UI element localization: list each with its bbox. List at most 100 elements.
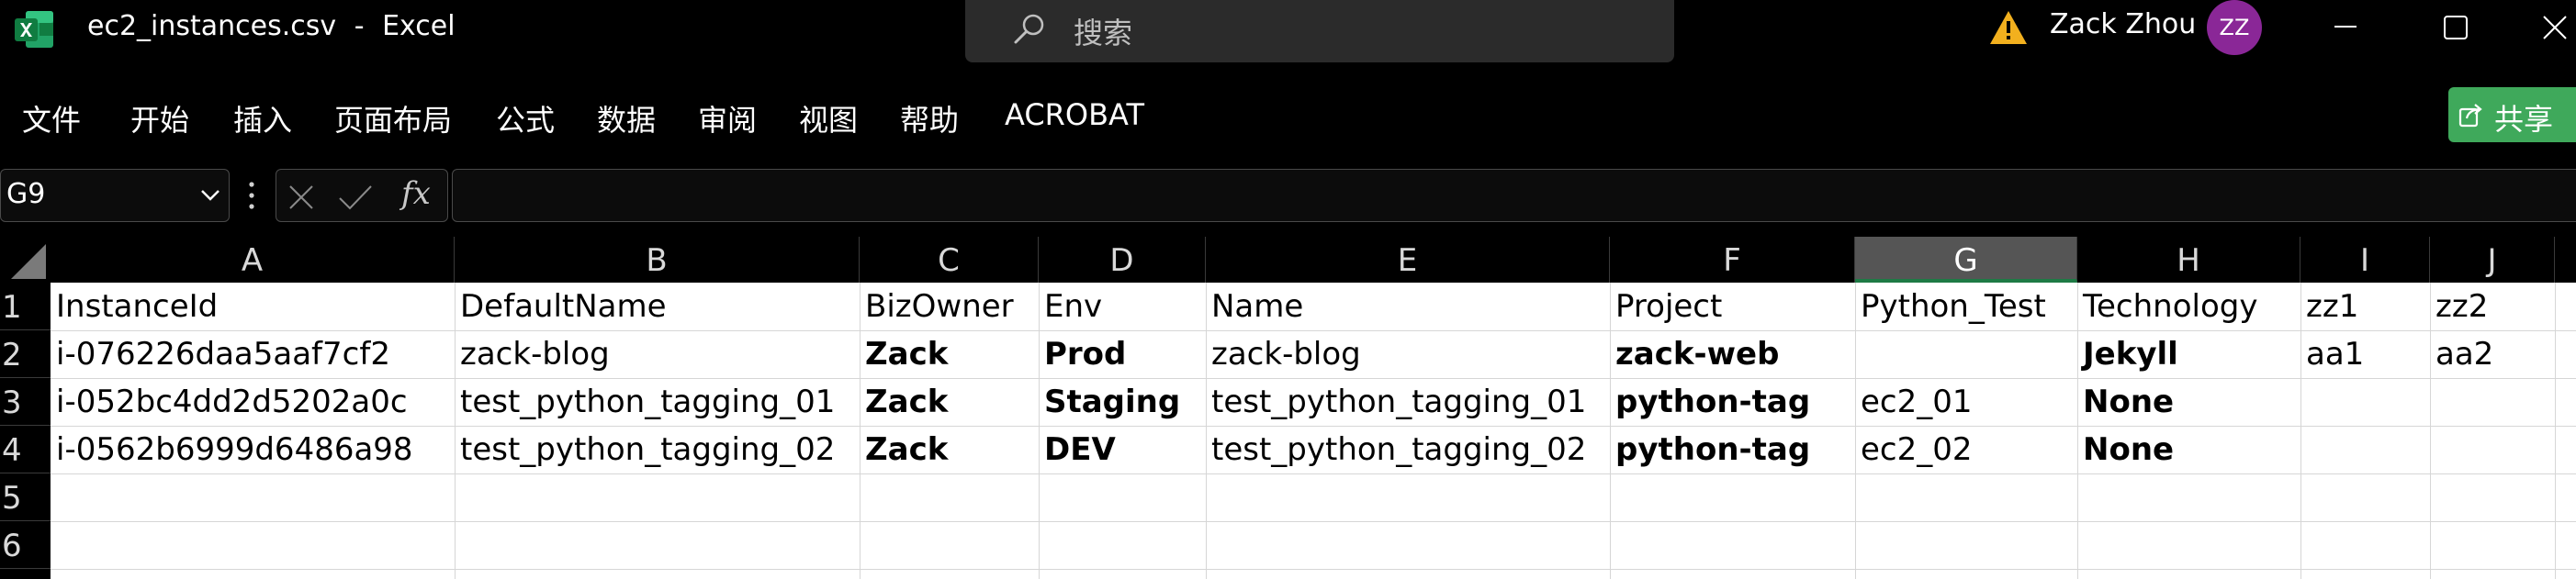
cell-d4[interactable]: DEV [1039,426,1206,473]
cell-d1[interactable]: Env [1039,283,1206,330]
cell-a3[interactable]: i-052bc4dd2d5202a0c [51,378,455,426]
tab-home[interactable]: 开始 [130,97,189,139]
column-header-h[interactable]: H [2077,237,2300,283]
select-all-corner[interactable] [0,237,51,283]
cell-f5[interactable] [1610,473,1855,521]
cell-f4[interactable]: python-tag [1610,426,1855,473]
tab-data[interactable]: 数据 [597,97,656,139]
cell-d3[interactable]: Staging [1039,378,1206,426]
row-header-3[interactable]: 3 [0,378,51,426]
cell-h4[interactable]: None [2077,426,2300,473]
cell-a6[interactable] [51,521,455,569]
cell-i6[interactable] [2300,521,2430,569]
cell-g4[interactable]: ec2_02 [1855,426,2077,473]
cell-b5[interactable] [455,473,860,521]
cell-j2[interactable]: aa2 [2430,330,2555,378]
cell-e5[interactable] [1206,473,1610,521]
cell-c6[interactable] [860,521,1039,569]
tab-acrobat[interactable]: ACROBAT [1005,97,1144,132]
cell-j6[interactable] [2430,521,2555,569]
warning-icon[interactable] [1988,7,2029,48]
cell-j1[interactable]: zz2 [2430,283,2555,330]
cell-j4[interactable] [2430,426,2555,473]
cell-f1[interactable]: Project [1610,283,1855,330]
cell-h6[interactable] [2077,521,2300,569]
tab-formulas[interactable]: 公式 [496,97,555,139]
cell-g2[interactable] [1855,330,2077,378]
cell-h3[interactable]: None [2077,378,2300,426]
cell-h2[interactable]: Jekyll [2077,330,2300,378]
column-header-g[interactable]: G [1855,237,2077,283]
minimize-button[interactable] [2318,0,2373,55]
cell-e1[interactable]: Name [1206,283,1610,330]
column-header-c[interactable]: C [860,237,1039,283]
cell-c5[interactable] [860,473,1039,521]
tab-help[interactable]: 帮助 [900,97,959,139]
cell-b1[interactable]: DefaultName [455,283,860,330]
cell-e4[interactable]: test_python_tagging_02 [1206,426,1610,473]
cell-b6[interactable] [455,521,860,569]
column-header-b[interactable]: B [455,237,860,283]
column-header-j[interactable]: J [2430,237,2555,283]
cell-d2[interactable]: Prod [1039,330,1206,378]
cell-e6[interactable] [1206,521,1610,569]
tab-insert[interactable]: 插入 [233,97,292,139]
cell-i2[interactable]: aa1 [2300,330,2430,378]
insert-function-button[interactable]: fx [401,175,431,212]
confirm-edit-icon[interactable] [337,182,374,213]
cell-f6[interactable] [1610,521,1855,569]
share-button[interactable]: 共享 [2448,87,2576,142]
cell-f3[interactable]: python-tag [1610,378,1855,426]
cell-d5[interactable] [1039,473,1206,521]
column-header-e[interactable]: E [1206,237,1610,283]
row-header-6[interactable]: 6 [0,521,51,569]
cell-c2[interactable]: Zack [860,330,1039,378]
cell-a5[interactable] [51,473,455,521]
cell-b3[interactable]: test_python_tagging_01 [455,378,860,426]
cell-a1[interactable]: InstanceId [51,283,455,330]
cell-g1[interactable]: Python_Test [1855,283,2077,330]
user-name[interactable]: Zack Zhou [2050,8,2196,40]
cell-g6[interactable] [1855,521,2077,569]
cell-i3[interactable] [2300,378,2430,426]
tab-review[interactable]: 审阅 [698,97,757,139]
cell-j5[interactable] [2430,473,2555,521]
cell-a2[interactable]: i-076226daa5aaf7cf2 [51,330,455,378]
close-button[interactable] [2527,0,2576,55]
cell-b2[interactable]: zack-blog [455,330,860,378]
cell-h5[interactable] [2077,473,2300,521]
cell-i5[interactable] [2300,473,2430,521]
column-header-a[interactable]: A [51,237,455,283]
cell-c4[interactable]: Zack [860,426,1039,473]
more-options-icon[interactable] [246,180,257,211]
row-header-1[interactable]: 1 [0,283,51,330]
cell-c1[interactable]: BizOwner [860,283,1039,330]
formula-input[interactable] [452,169,2576,222]
cell-a4[interactable]: i-0562b6999d6486a98 [51,426,455,473]
tab-page-layout[interactable]: 页面布局 [334,97,452,139]
maximize-button[interactable] [2428,0,2483,55]
cell-c3[interactable]: Zack [860,378,1039,426]
name-box[interactable]: G9 [0,169,230,222]
column-header-i[interactable]: I [2300,237,2430,283]
row-header-4[interactable]: 4 [0,426,51,473]
cancel-edit-icon[interactable] [286,182,317,213]
row-header-2[interactable]: 2 [0,330,51,378]
avatar[interactable]: ZZ [2207,0,2262,55]
cell-e2[interactable]: zack-blog [1206,330,1610,378]
cell-j3[interactable] [2430,378,2555,426]
row-header-5[interactable]: 5 [0,473,51,521]
cell-i4[interactable] [2300,426,2430,473]
cell-f2[interactable]: zack-web [1610,330,1855,378]
cell-b4[interactable]: test_python_tagging_02 [455,426,860,473]
cell-h1[interactable]: Technology [2077,283,2300,330]
search-box[interactable]: 搜索 [965,0,1674,62]
cell-g5[interactable] [1855,473,2077,521]
cell-e3[interactable]: test_python_tagging_01 [1206,378,1610,426]
tab-view[interactable]: 视图 [799,97,858,139]
cell-i1[interactable]: zz1 [2300,283,2430,330]
cell-g3[interactable]: ec2_01 [1855,378,2077,426]
column-header-f[interactable]: F [1610,237,1855,283]
column-header-d[interactable]: D [1039,237,1206,283]
tab-file[interactable]: 文件 [22,97,81,139]
